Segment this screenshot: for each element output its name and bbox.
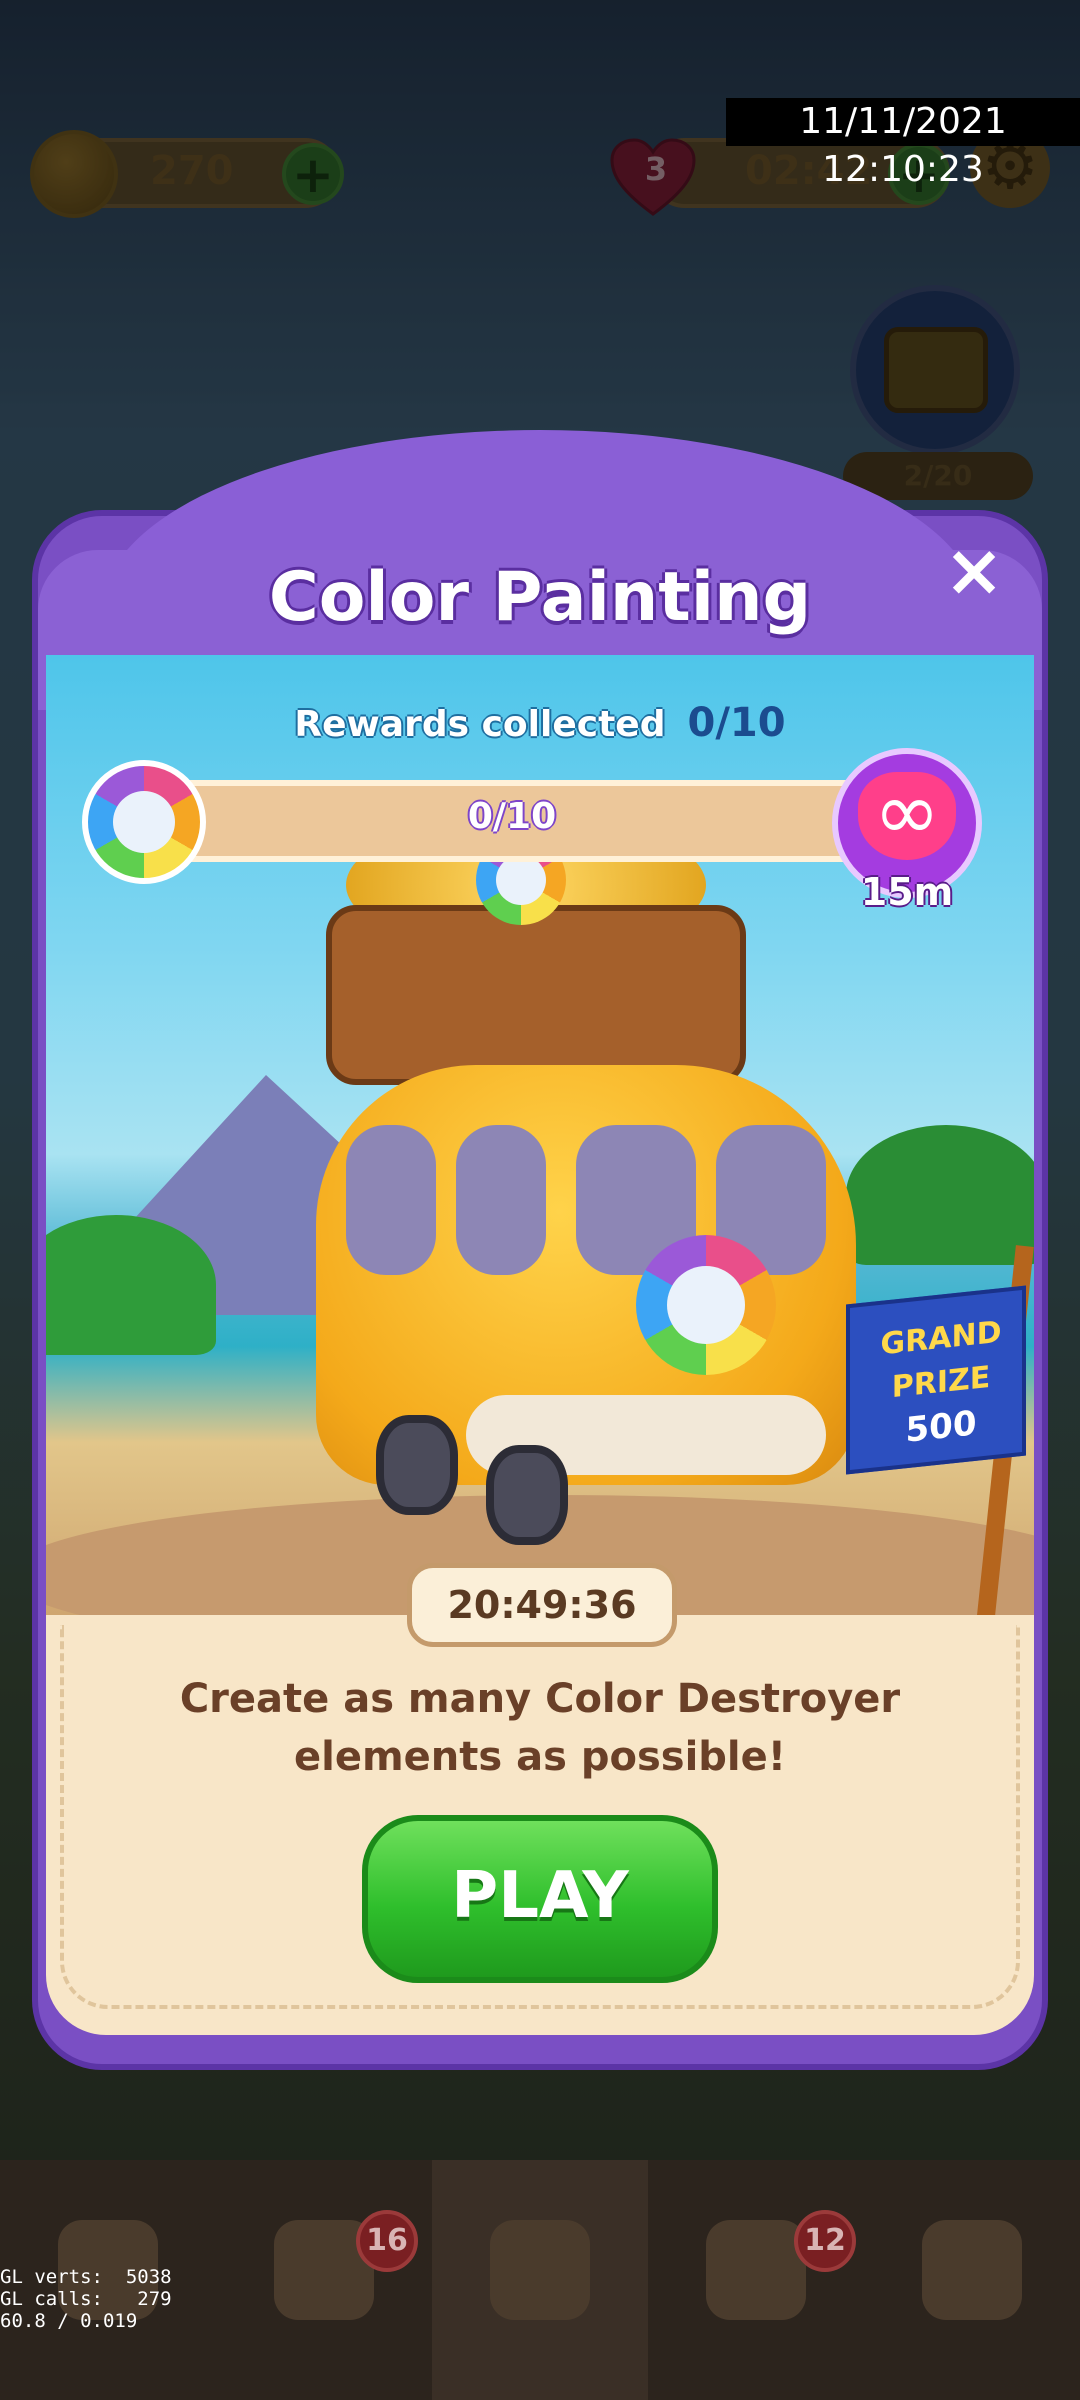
rewards-value: 0/10	[687, 700, 786, 746]
grand-prize-label: GRAND PRIZE 500	[856, 1308, 1026, 1458]
timestamp-overlay: 11/11/2021 12:10:23	[726, 98, 1080, 190]
color-painting-modal: Color Painting × GRAND PRIZE 500 Rewards…	[32, 430, 1048, 2070]
bus-window	[456, 1125, 546, 1275]
nav-item-inbox[interactable]: 16	[216, 2160, 432, 2400]
color-wheel-icon	[82, 760, 206, 884]
home-icon	[490, 2220, 590, 2320]
bus-window	[346, 1125, 436, 1275]
close-button[interactable]: ×	[934, 530, 1014, 610]
suitcase	[326, 905, 746, 1085]
reward-progress-bar: 0/10	[132, 780, 892, 862]
nav-item-home[interactable]	[432, 2160, 648, 2400]
bus-wheel	[486, 1445, 568, 1545]
inbox-badge: 16	[356, 2210, 418, 2272]
play-button[interactable]: PLAY	[362, 1815, 718, 1983]
team-icon	[706, 2220, 806, 2320]
trophy-icon	[922, 2220, 1022, 2320]
infinite-heart-icon: ∞	[858, 772, 956, 860]
color-wheel-icon	[636, 1235, 776, 1375]
debug-line: GL verts: 5038	[0, 2266, 172, 2288]
event-timer: 20:49:36	[407, 1563, 677, 1647]
debug-overlay: GL verts: 5038 GL calls: 279 60.8 / 0.019	[0, 2266, 172, 2332]
rewards-collected: Rewards collected 0/10	[32, 700, 1048, 746]
event-description: Create as many Color Destroyer elements …	[179, 1676, 901, 1780]
team-badge: 12	[794, 2210, 856, 2272]
debug-line: GL calls: 279	[0, 2288, 172, 2310]
reward-progress-text: 0/10	[467, 796, 557, 837]
infinite-lives-reward: ∞ 15m	[832, 748, 982, 914]
bus-wheel	[376, 1415, 458, 1515]
nav-item-team[interactable]: 12	[648, 2160, 864, 2400]
infinite-lives-duration: 15m	[860, 870, 954, 914]
palm-tree-right	[846, 1125, 1034, 1265]
debug-line: 60.8 / 0.019	[0, 2310, 138, 2332]
nav-item-leaderboard[interactable]	[864, 2160, 1080, 2400]
modal-title: Color Painting	[268, 558, 812, 637]
rewards-label: Rewards collected	[294, 704, 666, 745]
